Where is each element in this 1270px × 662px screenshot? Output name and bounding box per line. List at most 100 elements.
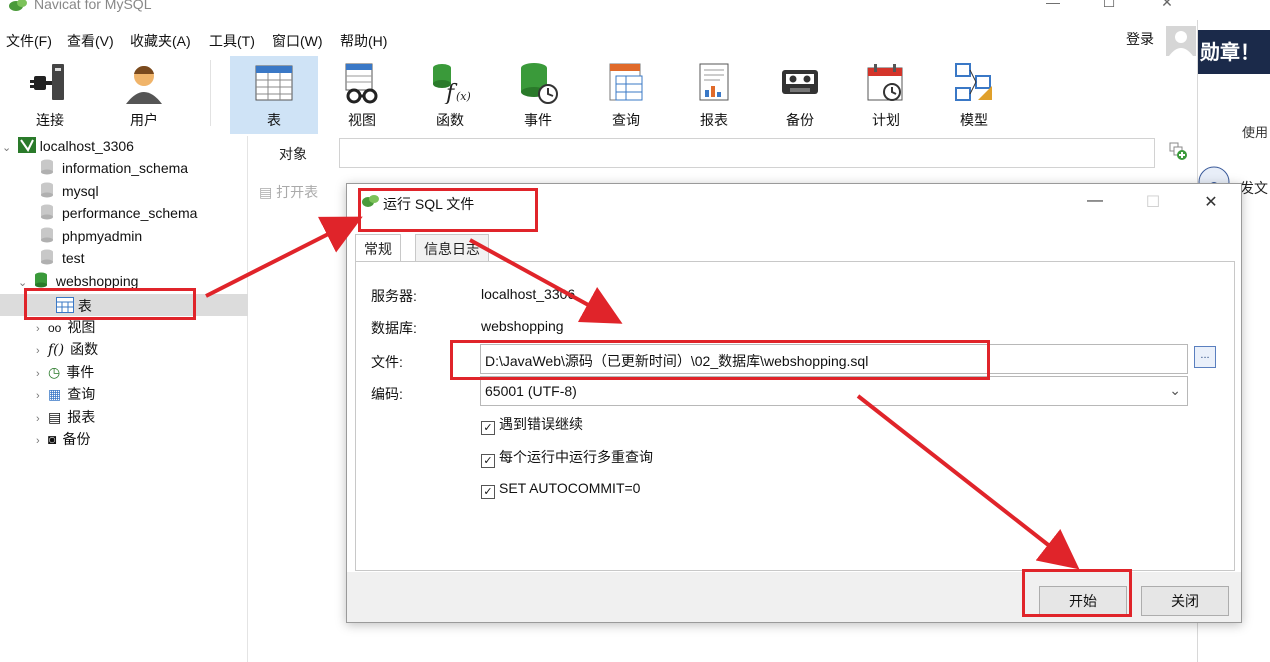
dialog-tabs: 常规 信息日志 <box>355 234 1235 264</box>
event-icon <box>521 63 558 104</box>
dialog-close-button[interactable]: ✕ <box>1191 192 1231 214</box>
annotation-box-table <box>24 288 196 320</box>
tree-db-mysql[interactable]: mysql <box>40 182 99 204</box>
chevron-right-icon[interactable]: › <box>36 323 48 335</box>
annotation-box-start <box>1022 569 1132 617</box>
new-tab-icon[interactable] <box>1169 142 1187 160</box>
database-icon <box>41 227 53 243</box>
toolbar-function-button[interactable]: f (x) 函数 <box>406 56 494 134</box>
chevron-right-icon[interactable]: › <box>36 368 48 380</box>
toolbar-connect-button[interactable]: 连接 <box>6 56 94 134</box>
tree-db-performance-schema[interactable]: performance_schema <box>40 204 197 226</box>
function-icon: f (x) <box>433 64 470 104</box>
database-icon <box>41 204 53 220</box>
chevron-right-icon[interactable]: › <box>36 345 48 357</box>
close-button[interactable]: ✕ <box>1144 0 1190 16</box>
chevron-right-icon[interactable]: › <box>36 413 48 425</box>
menu-tools[interactable]: 工具(T) <box>209 31 255 51</box>
toolbar-model-button[interactable]: 模型 <box>930 56 1018 134</box>
multiple-queries-checkbox[interactable]: ✓ 每个运行中运行多重查询 <box>481 447 653 468</box>
open-table-button[interactable]: ▤ 打开表 <box>259 182 318 202</box>
encoding-label: 编码: <box>371 386 403 402</box>
database-icon <box>41 159 53 175</box>
database-icon <box>41 249 53 265</box>
report-icon: ▤ <box>48 409 62 425</box>
svg-text:(x): (x) <box>456 90 470 103</box>
title-bar: Navicat for MySQL — ☐ ✕ <box>0 0 1198 20</box>
post-article-link[interactable]: 发文 <box>1240 178 1268 198</box>
checkbox-checked-icon: ✓ <box>481 485 495 499</box>
view-icon: oo <box>48 321 62 335</box>
tree-item-functions[interactable]: › f() 函数 <box>36 339 98 361</box>
toolbar-backup-button[interactable]: 备份 <box>756 56 844 134</box>
tree-item-backups[interactable]: › ◙ 备份 <box>36 429 90 451</box>
toolbar-view-button[interactable]: 视图 <box>318 56 406 134</box>
login-link[interactable]: 登录 <box>1126 29 1154 49</box>
model-icon <box>955 63 992 101</box>
open-table-icon: ▤ <box>259 184 273 200</box>
checkbox-checked-icon: ✓ <box>481 421 495 435</box>
close-dialog-button[interactable]: 关闭 <box>1141 586 1229 616</box>
tree-db-phpmyadmin[interactable]: phpmyadmin <box>40 227 142 249</box>
tree-item-events[interactable]: › ◷ 事件 <box>36 362 94 384</box>
view-icon <box>345 63 378 104</box>
tree-db-test[interactable]: test <box>40 249 85 271</box>
chevron-right-icon[interactable]: › <box>36 390 48 402</box>
server-value: localhost_3306 <box>481 286 576 302</box>
schedule-icon <box>867 64 903 101</box>
user-avatar-icon <box>1169 31 1193 56</box>
chevron-down-icon[interactable]: ⌄ <box>2 141 14 154</box>
use-label: 使用 <box>1242 125 1269 140</box>
server-label: 服务器: <box>371 288 417 304</box>
autocommit-checkbox[interactable]: ✓ SET AUTOCOMMIT=0 <box>481 480 640 499</box>
function-icon: f() <box>48 342 65 358</box>
backup-icon <box>782 70 818 94</box>
user-icon <box>126 65 162 104</box>
annotation-box-file <box>450 340 990 380</box>
avatar[interactable] <box>1166 26 1196 56</box>
tree-item-views[interactable]: › oo 视图 <box>36 317 95 339</box>
menu-help[interactable]: 帮助(H) <box>340 31 387 51</box>
dialog-maximize-button: ☐ <box>1145 194 1161 211</box>
run-sql-file-dialog: 运行 SQL 文件 — ☐ ✕ 常规 信息日志 服务器: localhost_3… <box>346 183 1242 623</box>
menu-favorites[interactable]: 收藏夹(A) <box>130 31 191 51</box>
window-title: Navicat for MySQL <box>34 0 152 12</box>
toolbar-query-button[interactable]: 查询 <box>582 56 670 134</box>
tree-connection[interactable]: ⌄ localhost_3306 <box>2 137 134 159</box>
minimize-button[interactable]: — <box>1030 0 1076 16</box>
continue-on-error-checkbox[interactable]: ✓ 遇到错误继续 <box>481 414 583 435</box>
checkbox-checked-icon: ✓ <box>481 454 495 468</box>
tab-general[interactable]: 常规 <box>355 234 401 264</box>
browse-file-button[interactable]: ... <box>1194 346 1216 368</box>
tree-item-queries[interactable]: › ▦ 查询 <box>36 384 95 406</box>
query-icon <box>609 63 643 101</box>
menu-view[interactable]: 查看(V) <box>67 31 114 51</box>
dialog-minimize-button[interactable]: — <box>1075 192 1115 214</box>
database-icon <box>41 182 53 198</box>
toolbar-schedule-button[interactable]: 计划 <box>842 56 930 134</box>
encoding-select[interactable]: 65001 (UTF-8) ⌄ <box>480 376 1188 406</box>
report-icon <box>699 63 729 101</box>
menu-window[interactable]: 窗口(W) <box>272 31 323 51</box>
object-filter-bar[interactable] <box>339 138 1155 168</box>
file-label: 文件: <box>371 354 403 370</box>
maximize-button[interactable]: ☐ <box>1086 0 1132 16</box>
backup-icon: ◙ <box>48 431 57 447</box>
toolbar-report-button[interactable]: 报表 <box>670 56 758 134</box>
tree-item-reports[interactable]: › ▤ 报表 <box>36 407 95 429</box>
toolbar-event-button[interactable]: 事件 <box>494 56 582 134</box>
database-label: 数据库: <box>371 320 417 336</box>
menu-bar: 文件(F) 查看(V) 收藏夹(A) 工具(T) 窗口(W) 帮助(H) <box>0 28 1198 52</box>
event-icon: ◷ <box>48 364 61 380</box>
toolbar-table-button[interactable]: 表 <box>230 56 318 134</box>
menu-file[interactable]: 文件(F) <box>6 31 52 51</box>
tree-db-information-schema[interactable]: information_schema <box>40 159 188 181</box>
object-tab-label[interactable]: 对象 <box>279 144 307 164</box>
toolbar-divider <box>210 60 211 126</box>
tab-message-log[interactable]: 信息日志 <box>415 234 489 262</box>
toolbar-user-button[interactable]: 用户 <box>100 56 188 134</box>
chevron-right-icon[interactable]: › <box>36 435 48 447</box>
table-icon <box>255 65 293 101</box>
connection-tree: ⌄ localhost_3306 information_schema mysq… <box>0 136 248 662</box>
object-header: 对象 <box>249 136 1198 170</box>
